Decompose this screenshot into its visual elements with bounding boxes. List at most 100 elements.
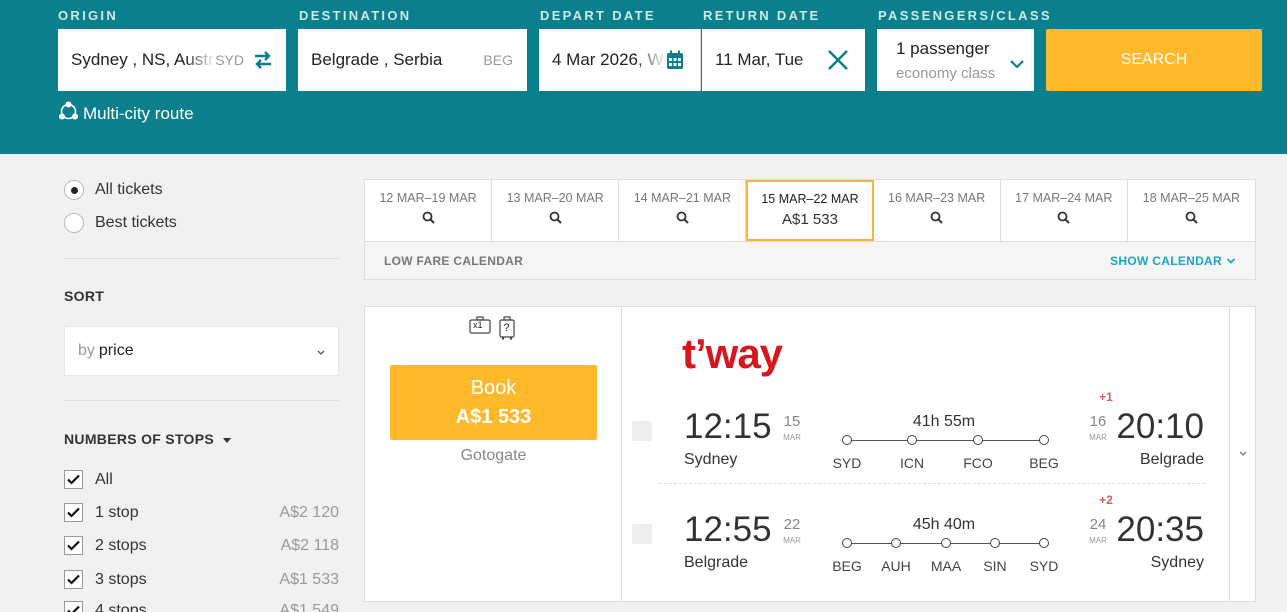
- passengers-class-select[interactable]: 1 passenger economy class: [877, 29, 1034, 91]
- segment-checkbox[interactable]: [632, 421, 652, 441]
- stops-option-all[interactable]: All: [64, 470, 339, 489]
- date-option[interactable]: 17 MAR–24 MAR: [1001, 180, 1128, 241]
- stops-option-3[interactable]: 3 stops A$1 533: [64, 570, 339, 589]
- departure-day: 15: [783, 413, 801, 430]
- airport-code: MAA: [930, 558, 962, 574]
- filter-best-tickets-label: Best tickets: [95, 214, 177, 231]
- departure-city: Belgrade: [684, 554, 749, 571]
- stops-label: 2 stops: [95, 536, 147, 554]
- flight-duration: 41h 55m: [912, 413, 976, 430]
- chevron-down-icon: [1222, 254, 1236, 268]
- outbound-segment: 12:15 15 MAR Sydney 41h 55m SYD ICN FCO …: [632, 390, 1204, 490]
- airport-code: FCO: [963, 455, 993, 471]
- search-icon: [1185, 211, 1198, 227]
- book-button[interactable]: Book A$1 533: [390, 365, 597, 440]
- stops-checkbox-4[interactable]: [64, 601, 83, 612]
- stops-label: All: [95, 470, 113, 488]
- depart-date-label: DEPART DATE: [540, 8, 656, 23]
- stop-dot: [973, 435, 983, 445]
- arrival-day: 16: [1089, 413, 1107, 430]
- arrival-time: 20:10: [1116, 407, 1204, 446]
- stop-dot: [1039, 435, 1049, 445]
- caret-down-icon: [222, 431, 232, 447]
- stop-dot: [907, 435, 917, 445]
- stops-checkbox-1[interactable]: [64, 503, 83, 522]
- sidebar-divider: [64, 400, 339, 401]
- multi-city-link[interactable]: Multi-city route: [58, 101, 194, 127]
- date-option[interactable]: 14 MAR–21 MAR: [619, 180, 747, 241]
- arrival-month: MAR: [1089, 536, 1107, 545]
- baggage-count: x1: [473, 320, 483, 330]
- arrival-city: Sydney: [1150, 554, 1204, 571]
- stop-dot: [941, 538, 951, 548]
- depart-date-field[interactable]: 4 Mar 2026, Wed: [539, 29, 701, 91]
- stops-price: A$2 118: [280, 536, 339, 554]
- origin-field[interactable]: Sydney , NS, Australia SYD: [58, 29, 286, 91]
- clear-return-date-icon[interactable]: [827, 49, 865, 71]
- departure-month: MAR: [783, 433, 801, 442]
- stops-filter-toggle[interactable]: NUMBERS OF STOPS: [64, 431, 232, 447]
- agent-name: Gotogate: [460, 447, 527, 464]
- passengers-label: PASSENGERS/CLASS: [878, 8, 1052, 23]
- airport-code: BEG: [832, 558, 862, 574]
- segment-checkbox[interactable]: [632, 524, 652, 544]
- date-range: 18 MAR–25 MAR: [1142, 191, 1241, 205]
- sort-title: SORT: [64, 288, 105, 304]
- date-option[interactable]: 13 MAR–20 MAR: [492, 180, 620, 241]
- date-range: 14 MAR–21 MAR: [633, 191, 731, 205]
- stops-price: A$1 533: [279, 570, 339, 588]
- radio-all-tickets[interactable]: [64, 180, 84, 200]
- expand-ticket-button[interactable]: [1229, 307, 1255, 601]
- radio-best-tickets[interactable]: [64, 213, 84, 233]
- date-option[interactable]: 12 MAR–19 MAR: [365, 180, 493, 241]
- date-range: 17 MAR–24 MAR: [1015, 191, 1113, 205]
- arrival-time: 20:35: [1116, 510, 1204, 549]
- airline-logo: t’way: [682, 330, 783, 377]
- luggage-icon: x1: [469, 316, 491, 334]
- stop-dot: [842, 435, 852, 445]
- return-date-input[interactable]: 11 Mar, Tue: [702, 50, 827, 70]
- stops-price: A$1 549: [279, 601, 339, 612]
- arrival-city: Belgrade: [1139, 451, 1204, 468]
- stops-checkbox-all[interactable]: [64, 470, 83, 489]
- baggage-info: x1 ?: [469, 316, 515, 340]
- show-calendar-link[interactable]: SHOW CALENDAR: [1110, 254, 1236, 268]
- multi-city-label: Multi-city route: [83, 104, 194, 123]
- calendar-icon[interactable]: [666, 50, 700, 70]
- date-option[interactable]: 16 MAR–23 MAR: [874, 180, 1001, 241]
- stops-option-1[interactable]: 1 stop A$2 120: [64, 503, 339, 522]
- stops-option-2[interactable]: 2 stops A$2 118: [64, 536, 339, 555]
- swap-icon[interactable]: [250, 49, 276, 71]
- travel-class: economy class: [896, 64, 996, 82]
- origin-code: SYD: [215, 52, 244, 68]
- search-icon: [676, 211, 689, 227]
- inbound-segment: 12:55 22 MAR Belgrade 45h 40m BEG AUH MA…: [632, 493, 1204, 593]
- arrival-day: 24: [1089, 516, 1107, 533]
- filter-all-tickets[interactable]: All tickets: [64, 180, 163, 200]
- sort-select[interactable]: by price: [64, 326, 339, 376]
- depart-date-input[interactable]: 4 Mar 2026, Wed: [539, 50, 666, 70]
- ticket-booking-panel: x1 ? Book A$1 533 Gotogate: [365, 307, 622, 601]
- filter-best-tickets[interactable]: Best tickets: [64, 213, 177, 233]
- airport-code: SIN: [983, 558, 1007, 574]
- date-price: A$1 533: [782, 211, 838, 228]
- departure-month: MAR: [783, 536, 801, 545]
- stops-checkbox-3[interactable]: [64, 570, 83, 589]
- destination-input[interactable]: Belgrade , Serbia: [298, 50, 483, 70]
- stop-dot: [891, 538, 901, 548]
- destination-field[interactable]: Belgrade , Serbia BEG: [298, 29, 527, 91]
- search-icon: [930, 211, 943, 227]
- date-option-selected[interactable]: 15 MAR–22 MAR A$1 533: [746, 180, 874, 241]
- date-option[interactable]: 18 MAR–25 MAR: [1128, 180, 1255, 241]
- segment-separator: [659, 483, 1205, 484]
- stops-checkbox-2[interactable]: [64, 536, 83, 555]
- multi-city-icon: [58, 101, 83, 127]
- show-calendar-label: SHOW CALENDAR: [1110, 253, 1222, 268]
- origin-input[interactable]: Sydney , NS, Australia: [58, 50, 216, 70]
- chevron-down-icon: [1010, 54, 1024, 74]
- date-strip: 12 MAR–19 MAR 13 MAR–20 MAR 14 MAR–21 MA…: [364, 179, 1256, 280]
- stops-option-4[interactable]: 4 stops A$1 549: [64, 601, 339, 612]
- return-date-field[interactable]: 11 Mar, Tue: [702, 29, 865, 91]
- search-button[interactable]: SEARCH: [1046, 29, 1262, 91]
- stop-dot: [842, 538, 852, 548]
